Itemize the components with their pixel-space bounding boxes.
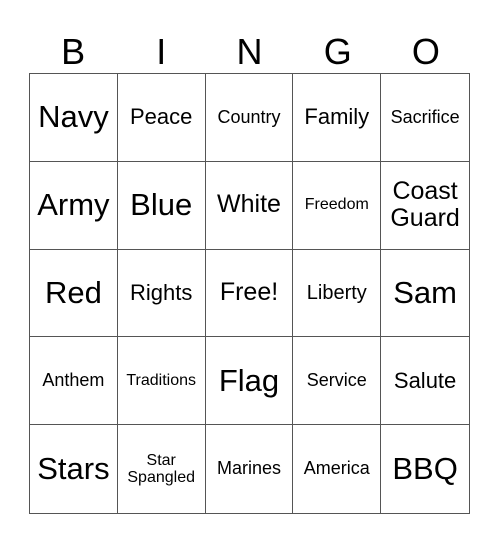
- bingo-cell[interactable]: Red: [30, 249, 118, 338]
- bingo-grid: Navy Peace Country Family Sacrifice Army…: [29, 73, 470, 514]
- bingo-cell[interactable]: Navy: [30, 74, 118, 162]
- bingo-cell[interactable]: Sacrifice: [381, 74, 469, 162]
- header-letter-g: G: [323, 31, 352, 72]
- bingo-cell[interactable]: Freedom: [293, 161, 382, 250]
- header-letter-o: O: [411, 31, 440, 72]
- bingo-cell[interactable]: BBQ: [381, 425, 469, 513]
- bingo-cell[interactable]: Traditions: [117, 337, 206, 426]
- bingo-cell[interactable]: Service: [293, 337, 382, 426]
- bingo-cell[interactable]: Salute: [381, 337, 469, 426]
- bingo-cell[interactable]: Star Spangled: [118, 425, 206, 513]
- bingo-cell[interactable]: Sam: [381, 250, 469, 338]
- bingo-cell[interactable]: White: [205, 161, 294, 250]
- bingo-cell[interactable]: Free!: [205, 249, 294, 338]
- header-letter-b: B: [61, 31, 86, 72]
- bingo-cell[interactable]: Family: [293, 74, 382, 162]
- bingo-cell[interactable]: Blue: [117, 161, 206, 250]
- bingo-cell[interactable]: America: [293, 425, 382, 513]
- bingo-cell[interactable]: Rights: [117, 249, 206, 338]
- bingo-cell[interactable]: Liberty: [293, 249, 382, 338]
- bingo-cell[interactable]: Marines: [206, 425, 294, 513]
- bingo-cell[interactable]: Flag: [205, 337, 294, 426]
- header-letter-i: I: [156, 31, 167, 72]
- bingo-cell[interactable]: Army: [30, 161, 118, 250]
- bingo-cell[interactable]: Country: [205, 74, 294, 162]
- bingo-cell[interactable]: Stars: [30, 425, 118, 513]
- header-letter-n: N: [236, 31, 263, 72]
- bingo-cell[interactable]: Anthem: [30, 337, 118, 426]
- bingo-cell[interactable]: Peace: [117, 74, 206, 162]
- bingo-header: B I N G O: [29, 30, 470, 74]
- bingo-cell[interactable]: Coast Guard: [381, 162, 469, 250]
